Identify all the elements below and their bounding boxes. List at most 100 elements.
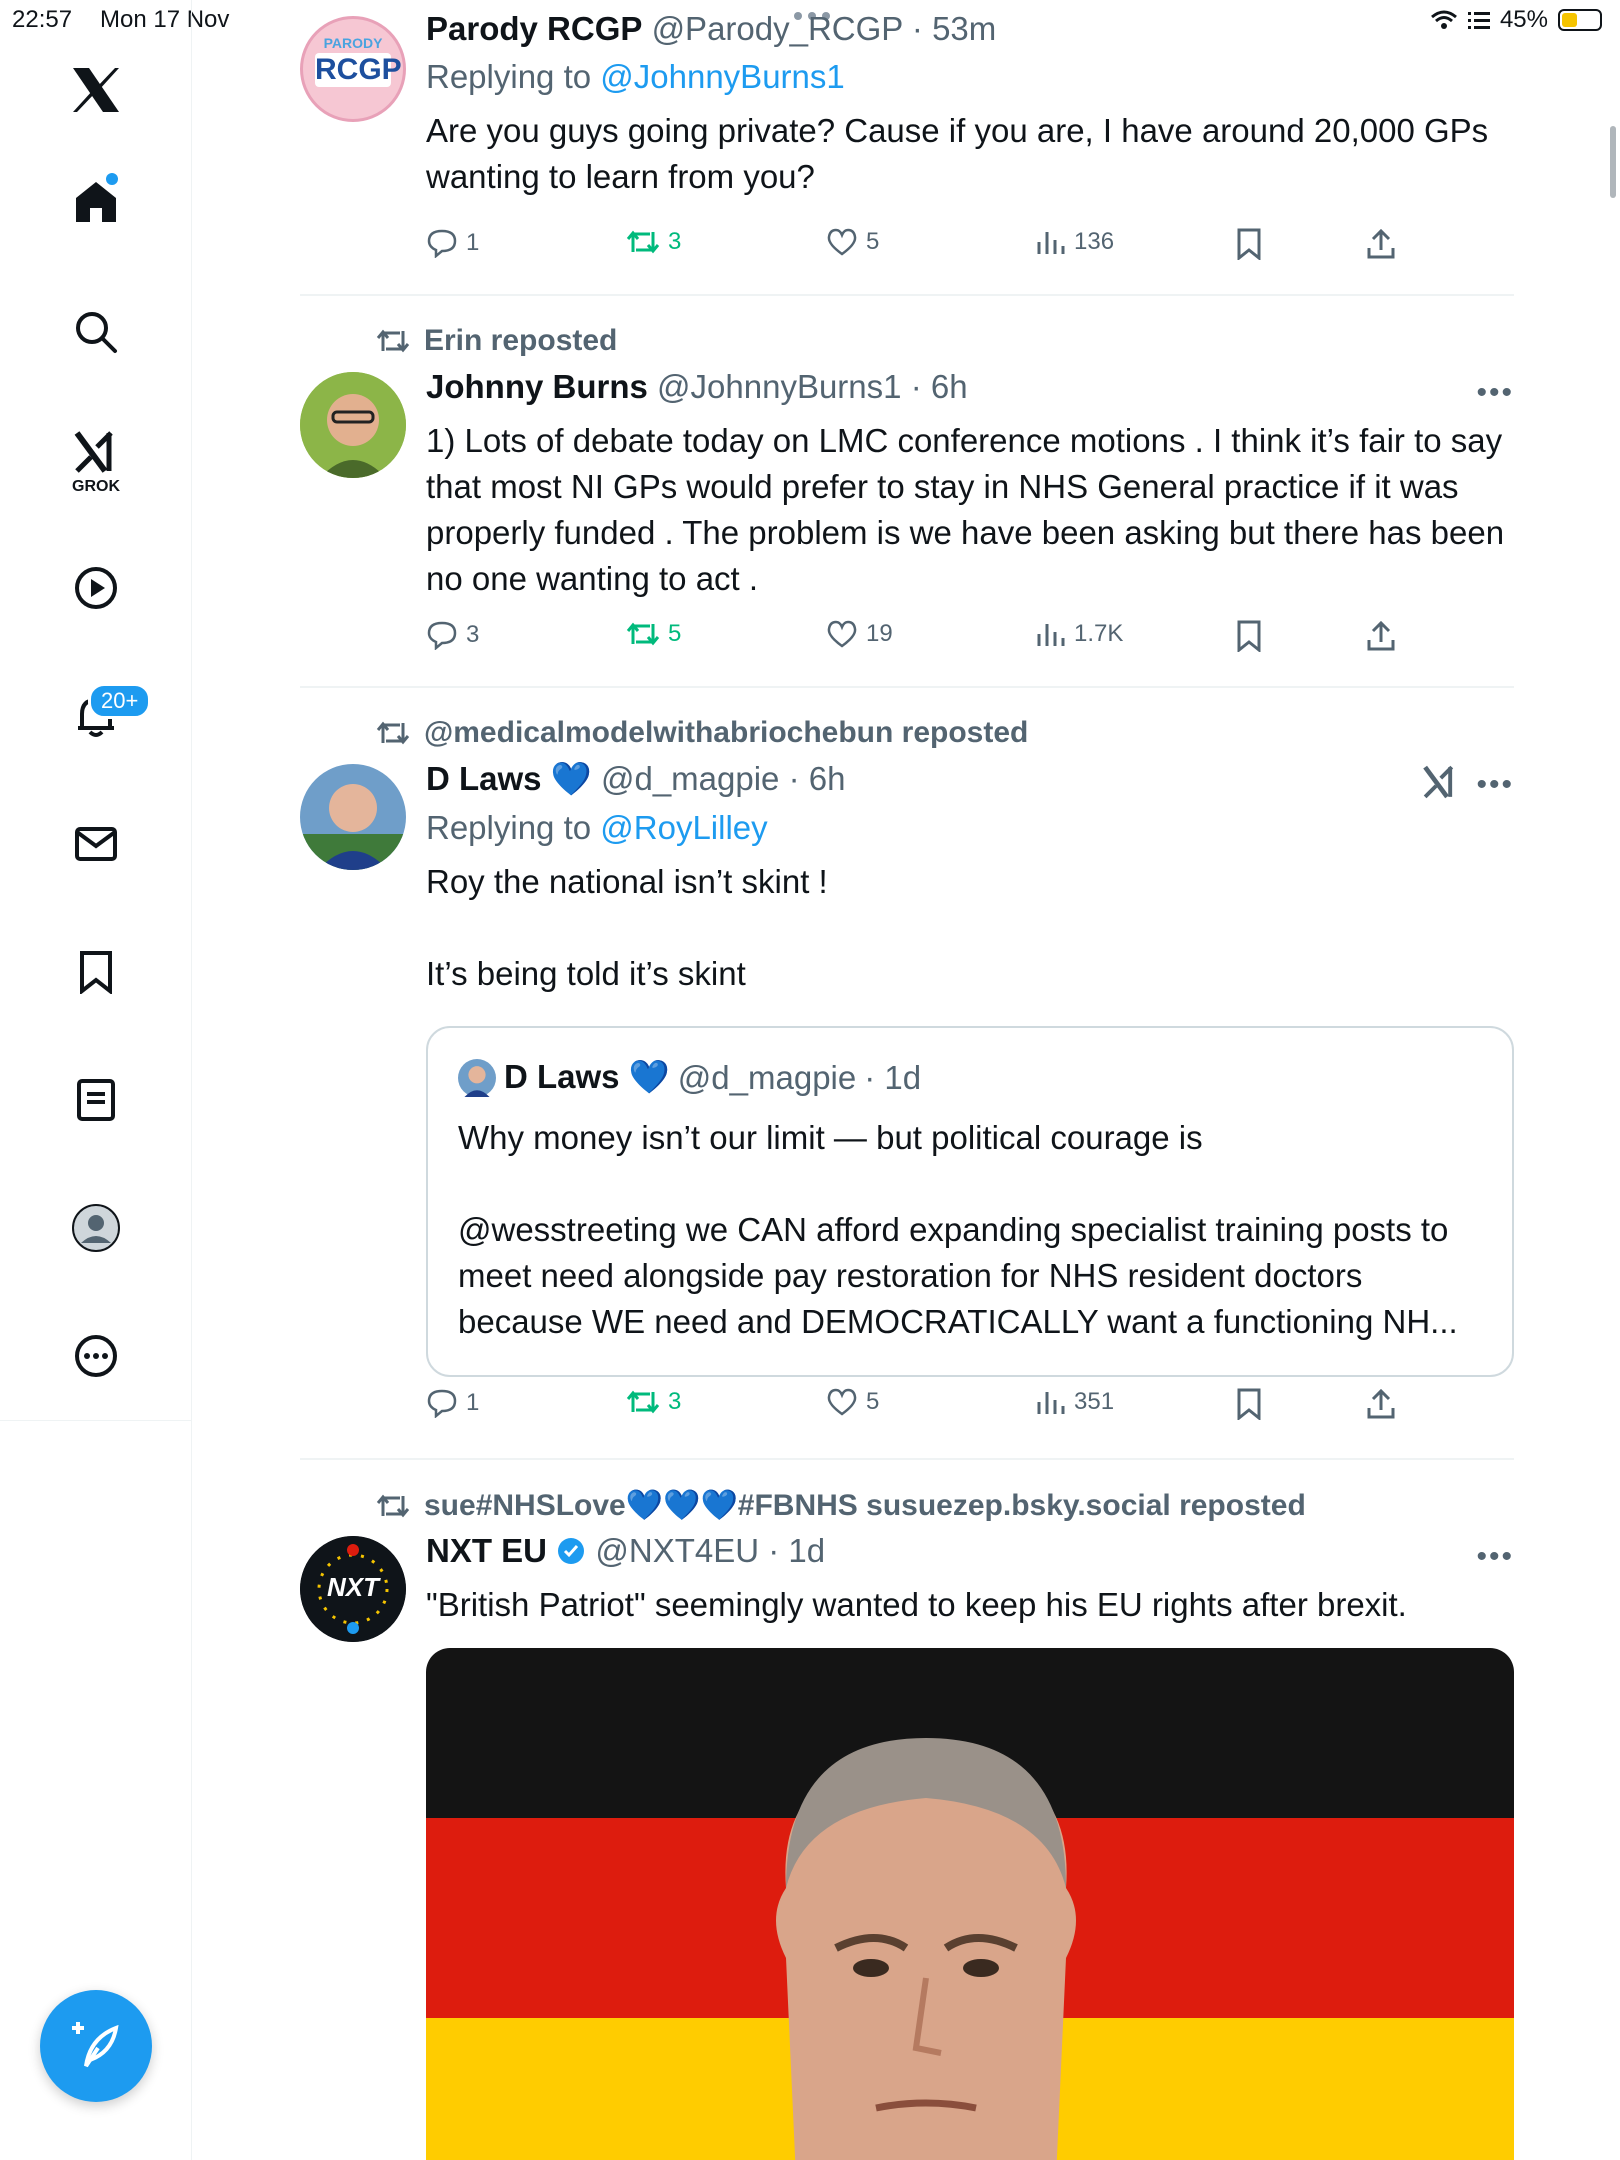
bookmark-icon (1237, 1388, 1261, 1420)
tweet-time[interactable]: · 53m (912, 10, 996, 47)
share-button[interactable] (1366, 620, 1396, 652)
author-handle[interactable]: @JohnnyBurns1 (657, 368, 901, 405)
avatar-text-main: NXT (327, 1572, 379, 1602)
author-name[interactable]: NXT EU (426, 1532, 547, 1569)
repost-context: @medicalmodelwithabriochebun reposted (376, 716, 1028, 750)
tweet-text: Are you guys going private? Cause if you… (426, 112, 1498, 195)
replying-to: Replying to @JohnnyBurns1 (426, 58, 845, 95)
reposted-by[interactable]: Erin reposted (424, 324, 617, 358)
repost-icon (626, 1390, 660, 1414)
like-button[interactable]: 5 (826, 1388, 879, 1416)
views-button[interactable]: 1.7K (1036, 620, 1123, 648)
tweet-header: NXT EU @NXT4EU · 1d (426, 1532, 1514, 1570)
repost-icon (626, 622, 660, 646)
video-icon[interactable] (64, 556, 128, 620)
tweet-actions: 1 3 5 351 (426, 1388, 1514, 1428)
author-handle[interactable]: @NXT4EU (595, 1532, 759, 1569)
repost-button[interactable]: 3 (626, 228, 681, 256)
tweet-actions: 3 5 19 1.7K (426, 620, 1514, 660)
portrait-image (776, 1738, 1076, 2160)
reposted-by[interactable]: @medicalmodelwithabriochebun reposted (424, 716, 1028, 750)
search-icon[interactable] (64, 300, 128, 364)
views-icon (1037, 1392, 1065, 1414)
avatar-text-main: RCGP (315, 53, 402, 87)
quoted-tweet[interactable]: D Laws 💙 @d_magpie · 1d Why money isn’t … (426, 1026, 1514, 1377)
tweet-time[interactable]: · 6h (911, 368, 968, 405)
compose-button[interactable] (40, 1990, 152, 2102)
reply-icon (427, 1389, 457, 1418)
home-unread-dot (106, 173, 118, 185)
avatar[interactable]: NXT (300, 1536, 406, 1642)
share-icon (1367, 620, 1395, 651)
avatar[interactable]: PARODY RCGP (300, 16, 406, 122)
bookmark-button[interactable] (1236, 1388, 1262, 1420)
battery-icon (1558, 9, 1602, 31)
repost-icon (376, 329, 410, 353)
tweet-media-image[interactable] (426, 1648, 1514, 2160)
verified-badge-icon (558, 1538, 585, 1564)
share-icon (1367, 1388, 1395, 1419)
sidebar: GROK 20+ (0, 0, 192, 2160)
author-handle[interactable]: @Parody_RCGP (652, 10, 903, 47)
repost-context: sue#NHSLove💙💙💙#FBNHS susuezep.bsky.socia… (376, 1488, 1306, 1523)
tweet-header: Parody RCGP @Parody_RCGP · 53m (426, 10, 1514, 48)
bookmark-icon (1237, 620, 1261, 652)
bookmark-icon[interactable] (64, 940, 128, 1004)
repost-icon (376, 1494, 410, 1517)
share-button[interactable] (1366, 228, 1396, 260)
avatar[interactable] (300, 764, 406, 870)
more-icon[interactable] (64, 1324, 128, 1388)
heart-icon (827, 1388, 857, 1416)
tweet-actions: 1 3 5 136 (426, 228, 1514, 268)
avatar (458, 1058, 496, 1097)
author-name[interactable]: D Laws 💙 (426, 760, 592, 797)
home-icon[interactable] (64, 170, 128, 234)
author-name[interactable]: Johnny Burns (426, 368, 648, 405)
author-handle[interactable]: @d_magpie (601, 760, 779, 797)
tweet-time[interactable]: · 1d (768, 1532, 825, 1569)
repost-icon (626, 230, 660, 254)
share-button[interactable] (1366, 1388, 1396, 1420)
tweet-header: D Laws 💙 @d_magpie · 6h (426, 760, 1514, 799)
repost-context: Erin reposted (376, 324, 617, 358)
heart-icon (827, 228, 857, 256)
avatar-text-top: PARODY (323, 35, 383, 51)
like-button[interactable]: 5 (826, 228, 879, 256)
replying-to-link[interactable]: @JohnnyBurns1 (600, 58, 844, 95)
x-logo-icon[interactable] (64, 58, 128, 122)
repost-button[interactable]: 3 (626, 1388, 681, 1416)
reposted-by[interactable]: sue#NHSLove💙💙💙#FBNHS susuezep.bsky.socia… (424, 1488, 1306, 1523)
bookmark-icon (1237, 228, 1261, 260)
share-icon (1367, 228, 1395, 259)
quote-time[interactable]: · 1d (864, 1059, 921, 1097)
views-icon (1037, 624, 1065, 646)
avatar[interactable] (300, 372, 406, 478)
repost-icon (376, 721, 410, 745)
repost-button[interactable]: 5 (626, 620, 681, 648)
bookmark-button[interactable] (1236, 228, 1262, 260)
notifications-badge: 20+ (88, 683, 152, 719)
grok-label: GROK (72, 478, 120, 495)
quote-author-name[interactable]: D Laws 💙 (504, 1058, 670, 1097)
author-name[interactable]: Parody RCGP (426, 10, 642, 47)
views-icon (1037, 232, 1065, 254)
list-icon[interactable] (64, 1068, 128, 1132)
reply-icon (427, 621, 457, 650)
scrollbar[interactable] (1610, 126, 1616, 198)
grok-icon[interactable] (64, 420, 128, 484)
like-button[interactable]: 19 (826, 620, 893, 648)
quote-author-handle[interactable]: @d_magpie (678, 1059, 856, 1097)
reply-button[interactable]: 3 (426, 620, 479, 650)
tweet-time[interactable]: · 6h (789, 760, 846, 797)
replying-to: Replying to @RoyLilley (426, 809, 768, 846)
reply-button[interactable]: 1 (426, 1388, 479, 1418)
reply-button[interactable]: 1 (426, 228, 479, 258)
mail-icon[interactable] (64, 812, 128, 876)
quote-header: D Laws 💙 @d_magpie · 1d (458, 1058, 1482, 1097)
replying-to-link[interactable]: @RoyLilley (600, 809, 767, 846)
profile-icon[interactable] (64, 1196, 128, 1260)
bookmark-button[interactable] (1236, 620, 1262, 652)
views-button[interactable]: 351 (1036, 1388, 1114, 1416)
views-button[interactable]: 136 (1036, 228, 1114, 256)
quote-text: Why money isn’t our limit — but politica… (458, 1119, 1458, 1340)
